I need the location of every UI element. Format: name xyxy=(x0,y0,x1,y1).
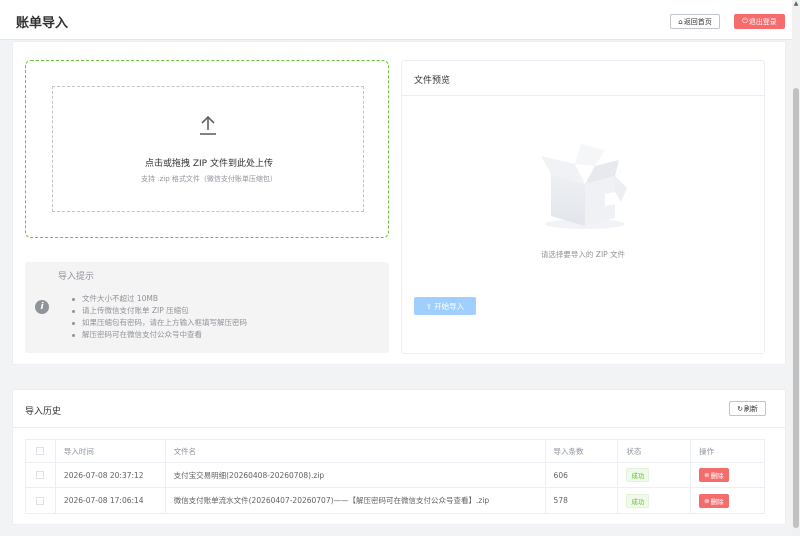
status-badge: 成功 xyxy=(626,493,650,508)
row-filename: 支付宝交易明细(20260408-20260708).zip xyxy=(166,463,546,487)
import-tips: i 导入提示 文件大小不超过 10MB 请上传微信支付账单 ZIP 压缩包 如果… xyxy=(25,262,389,353)
select-all-checkbox[interactable] xyxy=(36,447,45,455)
delete-button[interactable]: ⊗ 删除 xyxy=(699,493,729,508)
table-header-row: 导入时间 文件名 导入条数 状态 操作 xyxy=(26,440,764,463)
tips-item: 如果压缩包有密码，请在上方输入框填写解压密码 xyxy=(70,317,247,329)
start-import-button[interactable]: ⇧ 开始导入 xyxy=(414,297,476,315)
table-row: 2026-07-08 17:06:14 微信支付账单流水文件(20260407-… xyxy=(26,488,764,513)
row-filename: 微信支付账单流水文件(20260407-20260707)——【解压密码可在微信… xyxy=(166,488,546,513)
logout-button[interactable]: ⏻ 退出登录 xyxy=(734,14,785,29)
empty-box-illustration xyxy=(541,144,627,229)
row-checkbox[interactable] xyxy=(36,471,45,479)
column-header-filename: 文件名 xyxy=(166,440,546,462)
row-status-cell: 成功 xyxy=(618,488,692,513)
column-header-status: 状态 xyxy=(618,440,692,462)
select-all-cell xyxy=(26,440,56,462)
tips-item: 请上传微信支付账单 ZIP 压缩包 xyxy=(70,305,247,317)
home-button[interactable]: ⌂ 返回首页 xyxy=(670,14,720,29)
page-title: 账单导入 xyxy=(16,16,69,31)
delete-button[interactable]: ⊗ 删除 xyxy=(699,468,729,482)
column-header-actions: 操作 xyxy=(699,446,715,456)
empty-preview-text: 请选择要导入的 ZIP 文件 xyxy=(540,250,626,259)
home-icon: ⌂ xyxy=(678,17,683,26)
row-checkbox[interactable] xyxy=(36,496,45,505)
history-header: 导入历史 ↻ 刷新 xyxy=(13,390,785,428)
history-title: 导入历史 xyxy=(25,407,62,417)
info-icon: i xyxy=(35,300,49,314)
tips-title: 导入提示 xyxy=(58,272,95,282)
row-actions-cell: ⊗ 删除 xyxy=(691,488,764,513)
history-table: 导入时间 文件名 导入条数 状态 操作 2026-07-08 20:37:12 … xyxy=(25,439,765,514)
preview-title: 文件预览 xyxy=(414,76,451,86)
upload-card: 点击或拖拽 ZIP 文件到此处上传 支持 .zip 格式文件（微信支付账单压缩包… xyxy=(12,41,786,365)
scroll-up-arrow-icon[interactable]: ▲ xyxy=(792,0,800,8)
upload-small-icon: ⇧ xyxy=(425,301,433,311)
preview-header: 文件预览 xyxy=(402,61,764,96)
row-count: 606 xyxy=(546,463,619,487)
start-import-label: 开始导入 xyxy=(434,301,465,311)
file-preview-panel: 文件预览 请选择要导入的 ZIP 文件 ⇧ 开始导入 xyxy=(401,60,765,354)
row-actions-cell: ⊗ 删除 xyxy=(691,463,764,487)
tips-item: 文件大小不超过 10MB xyxy=(70,293,247,305)
status-badge: 成功 xyxy=(626,468,650,482)
row-select-cell xyxy=(26,488,56,513)
upload-icon xyxy=(200,115,216,135)
tips-list: 文件大小不超过 10MB 请上传微信支付账单 ZIP 压缩包 如果压缩包有密码，… xyxy=(70,293,247,341)
upload-hint: 支持 .zip 格式文件（微信支付账单压缩包） xyxy=(141,175,277,183)
delete-icon: ⊗ xyxy=(704,471,710,479)
delete-label: 删除 xyxy=(710,472,724,480)
import-history-card: 导入历史 ↻ 刷新 导入时间 文件名 导入条数 状态 操作 2026-07-08… xyxy=(12,389,786,525)
logout-button-label: 退出登录 xyxy=(748,17,777,26)
logout-icon: ⏻ xyxy=(742,17,748,25)
refresh-icon: ↻ xyxy=(737,404,743,413)
column-header-count: 导入条数 xyxy=(546,440,619,462)
upload-dropzone[interactable]: 点击或拖拽 ZIP 文件到此处上传 支持 .zip 格式文件（微信支付账单压缩包… xyxy=(25,60,389,238)
delete-icon: ⊗ xyxy=(704,496,710,505)
page-scrollbar[interactable]: ▲ xyxy=(792,0,800,536)
upload-dropzone-inner[interactable]: 点击或拖拽 ZIP 文件到此处上传 支持 .zip 格式文件（微信支付账单压缩包… xyxy=(52,86,364,212)
row-time: 2026-07-08 17:06:14 xyxy=(56,488,166,513)
row-status-cell: 成功 xyxy=(618,463,692,487)
home-button-label: 返回首页 xyxy=(683,17,712,26)
delete-label: 删除 xyxy=(710,497,724,506)
refresh-label: 刷新 xyxy=(743,404,758,413)
row-time: 2026-07-08 20:37:12 xyxy=(56,463,166,487)
row-select-cell xyxy=(26,463,56,487)
table-row: 2026-07-08 20:37:12 支付宝交易明细(20260408-202… xyxy=(26,463,764,488)
scrollbar-thumb[interactable] xyxy=(793,88,799,528)
column-header-time: 导入时间 xyxy=(56,440,166,462)
page-header: 账单导入 ⌂ 返回首页 ⏻ 退出登录 xyxy=(0,0,792,40)
refresh-button[interactable]: ↻ 刷新 xyxy=(729,401,766,416)
upload-instruction: 点击或拖拽 ZIP 文件到此处上传 xyxy=(145,159,273,169)
tips-item: 解压密码可在微信支付公众号中查看 xyxy=(70,329,247,341)
row-count: 578 xyxy=(546,488,619,513)
